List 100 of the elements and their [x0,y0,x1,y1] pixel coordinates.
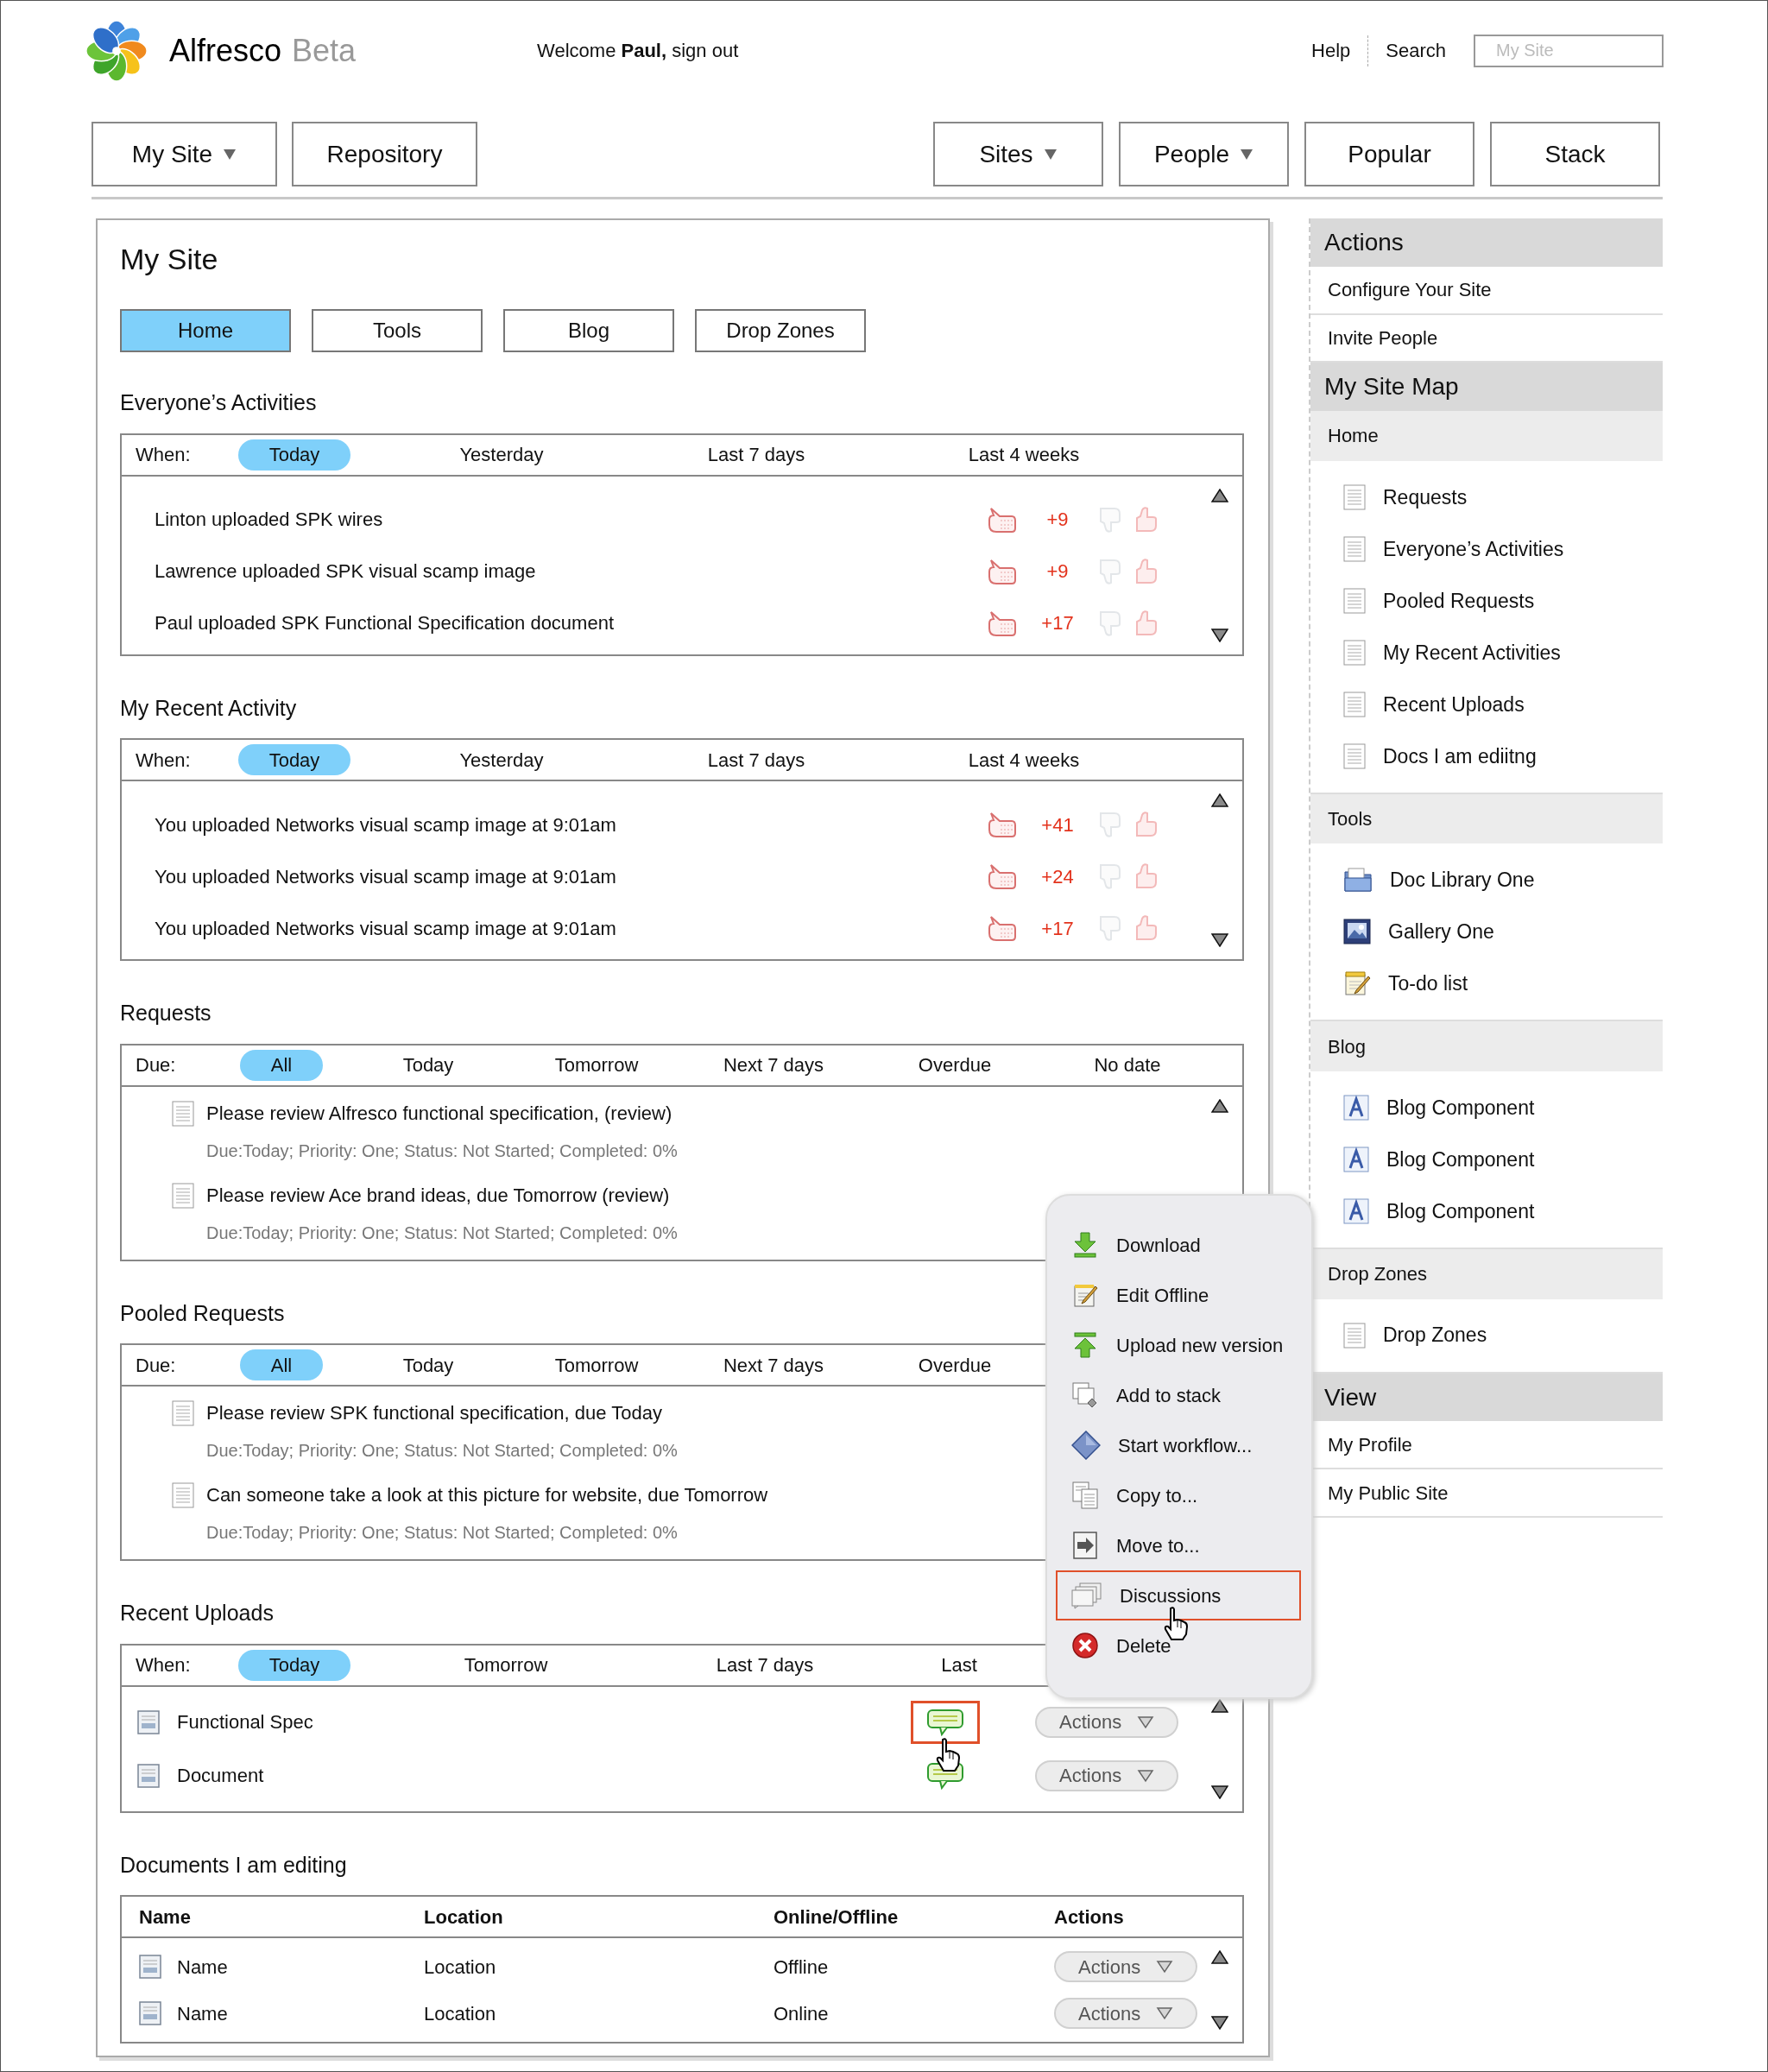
sidebar-item[interactable]: Requests [1310,471,1663,523]
nav-tab[interactable]: Stack [1490,122,1660,186]
thumbs-down-icon[interactable] [1097,913,1123,943]
filter-option[interactable]: Last 4 weeks [937,744,1111,775]
header-link[interactable]: Help [1311,36,1351,65]
filter-option[interactable]: Last 7 days [676,744,837,775]
sidebar-item[interactable]: My Recent Activities [1310,626,1663,679]
sidebar-item[interactable]: Blog Component [1310,1134,1663,1186]
sidebar-item[interactable]: Everyone’s Activities [1310,522,1663,575]
menu-item[interactable]: Start workflow... [1056,1420,1301,1470]
activity-text: Paul uploaded SPK Functional Specification document [155,611,615,635]
menu-item[interactable]: Copy to... [1056,1470,1301,1520]
delete-icon [1071,1632,1099,1659]
menu-item[interactable]: Delete [1056,1620,1301,1671]
table-cell-text: Name [177,2001,228,2026]
sidebar-item[interactable]: Blog Component [1310,1185,1663,1238]
menu-item[interactable]: Add to stack [1056,1370,1301,1420]
thumbs-up-icon[interactable] [1133,913,1159,943]
section-title: Everyone’s Activities [120,389,317,416]
scroll-down-icon[interactable] [1211,933,1228,947]
menu-item[interactable]: Discussions [1056,1570,1301,1620]
nav-tab[interactable]: Repository [292,122,477,186]
nav-tab[interactable]: Sites [933,122,1103,186]
diamond-icon [1071,1431,1101,1460]
sidebar-item[interactable]: Drop Zones [1310,1309,1663,1361]
thumbs-down-icon[interactable] [1097,810,1123,839]
filter-option[interactable]: Tomorrow [523,1349,670,1380]
filter-option[interactable]: Tomorrow [433,1649,579,1681]
filter-option[interactable]: All [239,1349,324,1380]
table-cell-text: Location [424,1955,497,1980]
site-tab[interactable]: Home [120,309,291,352]
activity-text: You uploaded Networks visual scamp image at 9:01am [155,812,617,837]
column-header: Location [424,1905,504,1930]
sidebar-item[interactable]: Docs I am ediitng [1310,730,1663,782]
filter-option[interactable]: Last [910,1649,1008,1681]
caret-icon [1137,1715,1155,1729]
scroll-down-icon[interactable] [1211,2016,1228,2030]
nav-tab[interactable]: Popular [1304,122,1474,186]
filter-option[interactable]: Today [371,1349,485,1380]
thumbs-up-icon[interactable] [1133,608,1159,638]
filter-option[interactable]: Next 7 days [691,1349,856,1380]
section-title: Documents I am editing [120,1851,347,1879]
filter-option[interactable]: Overdue [887,1349,1023,1380]
filter-option[interactable]: Last 4 weeks [937,439,1111,471]
thumbs-down-icon[interactable] [1097,862,1123,891]
sidebar-item[interactable]: Recent Uploads [1310,678,1663,730]
scroll-up-icon[interactable] [1211,793,1228,807]
menu-item[interactable]: Edit Offline [1056,1270,1301,1320]
filter-option[interactable]: All [239,1049,324,1081]
scroll-down-icon[interactable] [1211,628,1228,642]
download-arrow-icon [1071,1231,1099,1259]
thumbs-up-icon[interactable] [1133,556,1159,586]
table-cell-text: Name [177,1955,228,1980]
sidebar-item[interactable]: Pooled Requests [1310,574,1663,627]
filter-option[interactable]: Tomorrow [523,1049,670,1081]
actions-button[interactable]: Actions [1035,1706,1179,1738]
sidebar-item[interactable]: Doc Library One [1310,854,1663,906]
filter-option[interactable]: Today [371,1049,485,1081]
document-icon [139,2001,161,2025]
site-tab[interactable]: Drop Zones [695,309,866,352]
actions-button[interactable]: Actions [1054,1998,1198,2029]
filter-option[interactable]: Today [237,744,351,775]
filter-option[interactable]: Last 7 days [676,439,837,471]
menu-item[interactable]: Upload new version [1056,1320,1301,1370]
nav-tab[interactable]: My Site [92,122,277,186]
notepad-icon [1343,970,1371,998]
sidebar-subheading: Tools [1310,793,1663,844]
folder-icon [1343,867,1373,894]
thumbs-up-icon[interactable] [1133,504,1159,534]
scroll-up-icon[interactable] [1211,488,1228,502]
filter-option[interactable]: Last 7 days [685,1649,845,1681]
filter-option[interactable]: Today [237,1649,351,1681]
site-tab[interactable]: Tools [312,309,483,352]
scroll-up-icon[interactable] [1211,1950,1228,1964]
sidebar-item[interactable]: Gallery One [1310,906,1663,958]
filter-label: When: [135,443,192,467]
menu-item[interactable]: Move to... [1056,1520,1301,1570]
filter-option[interactable]: Overdue [887,1049,1023,1081]
filter-option[interactable]: Yesterday [428,439,575,471]
filter-option[interactable]: Yesterday [428,744,575,775]
filter-option[interactable]: Today [237,439,351,471]
scroll-down-icon[interactable] [1211,1785,1228,1799]
thumbs-up-icon[interactable] [1133,862,1159,891]
nav-tab[interactable]: People [1119,122,1289,186]
actions-button[interactable]: Actions [1054,1951,1198,1982]
menu-item[interactable]: Download [1056,1220,1301,1270]
request-title: Please review Ace brand ideas, due Tomorrow (review) [206,1183,671,1208]
header-link[interactable]: Search [1386,36,1446,65]
thumbs-up-icon[interactable] [1133,810,1159,839]
section-title: Recent Uploads [120,1600,274,1627]
sidebar-item[interactable]: Blog Component [1310,1082,1663,1134]
stacked-squares-icon [1071,1381,1099,1409]
site-tab[interactable]: Blog [503,309,674,352]
scroll-up-icon[interactable] [1211,1098,1228,1113]
filter-option[interactable]: Next 7 days [691,1049,856,1081]
actions-button[interactable]: Actions [1035,1759,1179,1791]
search-field[interactable]: My Site [1474,34,1664,67]
sidebar-item[interactable]: To-do list [1310,957,1663,1010]
filter-option[interactable]: No date [1063,1049,1192,1081]
sidebar-link[interactable]: Configure Your Site [1310,266,1663,315]
